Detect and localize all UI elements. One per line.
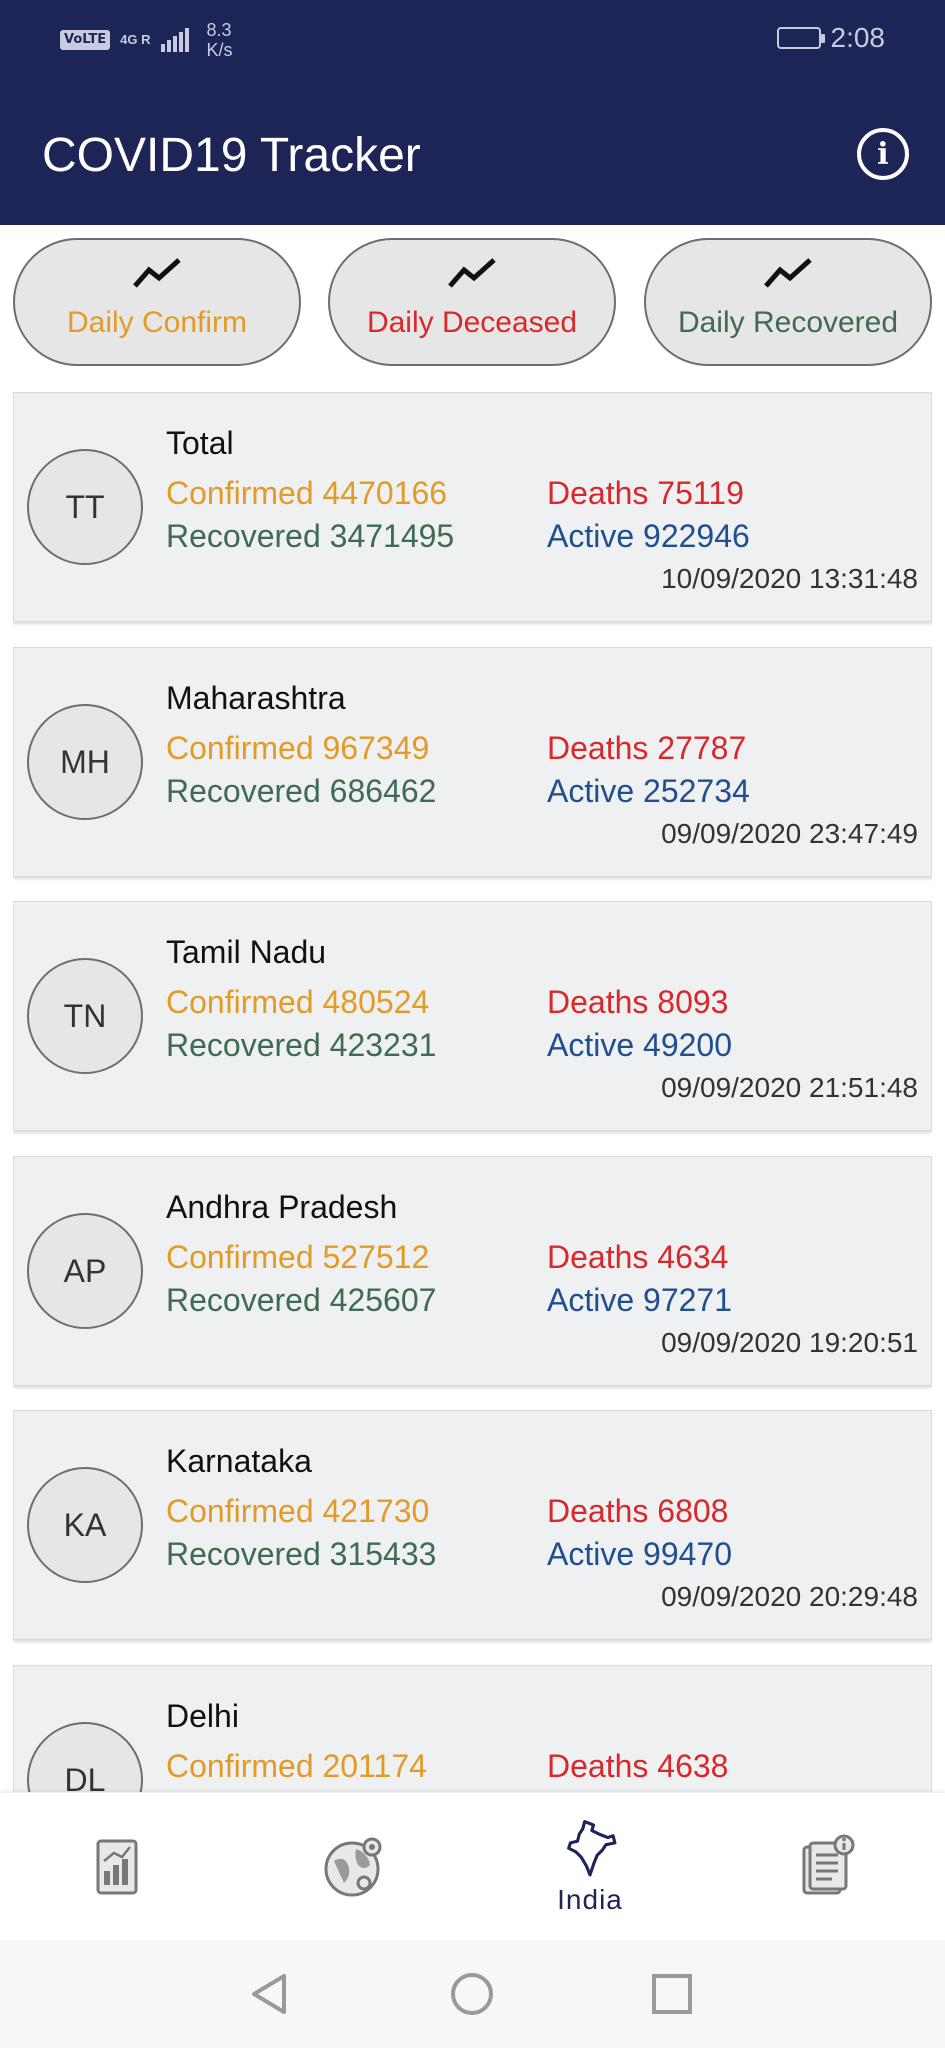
home-icon[interactable] (448, 1970, 496, 2018)
last-updated: 09/09/2020 19:20:51 (661, 1327, 918, 1358)
status-time: 2:08 (830, 22, 886, 53)
status-bar-right: 2:08 (776, 22, 886, 54)
state-name: Total (166, 425, 234, 461)
state-code-avatar: TT (27, 449, 143, 565)
state-card-total[interactable]: TT Total Confirmed 4470166 Recovered 347… (13, 392, 932, 622)
recovered-count: Recovered 3471495 (166, 518, 455, 554)
recovered-count: Recovered 423231 (166, 1027, 437, 1063)
app-header: VoLTE 4G R 8.3 K/s 2:08 COVID19 Tracker … (0, 0, 945, 225)
daily-confirm-button[interactable]: Daily Confirm (13, 238, 301, 366)
active-count: Active 99470 (547, 1536, 733, 1572)
recents-icon[interactable] (648, 1970, 696, 2018)
deaths-count: Deaths 4638 (547, 1748, 729, 1784)
last-updated: 09/09/2020 21:51:48 (661, 1072, 918, 1103)
daily-deceased-label: Daily Deceased (366, 306, 578, 339)
network-speed: 8.3 K/s (207, 20, 233, 60)
confirmed-count: Confirmed 421730 (166, 1493, 430, 1529)
last-updated: 09/09/2020 20:29:48 (661, 1581, 918, 1612)
confirmed-count: Confirmed 527512 (166, 1239, 430, 1275)
back-icon[interactable] (246, 1970, 294, 2018)
confirmed-count: Confirmed 4470166 (166, 475, 448, 511)
nav-item-news[interactable] (708, 1793, 944, 1940)
state-name: Karnataka (166, 1443, 312, 1479)
state-card-tamil-nadu[interactable]: TN Tamil Nadu Confirmed 480524 Recovered… (13, 901, 932, 1131)
state-name: Maharashtra (166, 680, 346, 716)
info-icon[interactable]: i (857, 128, 909, 180)
daily-deceased-button[interactable]: Daily Deceased (328, 238, 616, 366)
globe-icon (324, 1837, 382, 1896)
state-code-avatar: MH (27, 704, 143, 820)
deaths-count: Deaths 27787 (547, 730, 747, 766)
last-updated: 10/09/2020 13:31:48 (661, 563, 918, 594)
chart-button-row: Daily Confirm Daily Deceased Daily Recov… (13, 238, 932, 368)
speed-unit: K/s (206, 40, 233, 60)
trend-icon (133, 258, 181, 288)
confirmed-count: Confirmed 480524 (166, 984, 430, 1020)
nav-item-india[interactable]: India (472, 1793, 708, 1940)
nav-label-india: India (557, 1883, 623, 1915)
active-count: Active 922946 (547, 518, 750, 554)
recovered-count: Recovered 686462 (166, 773, 437, 809)
recovered-count: Recovered 315433 (166, 1536, 437, 1572)
news-info-icon (802, 1834, 855, 1894)
deaths-count: Deaths 75119 (547, 475, 744, 511)
trend-icon (764, 258, 812, 288)
state-card-andhra-pradesh[interactable]: AP Andhra Pradesh Confirmed 527512 Recov… (13, 1156, 932, 1386)
confirmed-count: Confirmed 967349 (166, 730, 430, 766)
india-map-icon (567, 1819, 617, 1876)
daily-recovered-button[interactable]: Daily Recovered (644, 238, 932, 366)
state-card-delhi[interactable]: DL Delhi Confirmed 201174 Deaths 4638 (13, 1665, 932, 1792)
active-count: Active 49200 (547, 1027, 733, 1063)
signal-icon (160, 28, 189, 52)
recovered-count: Recovered 425607 (166, 1282, 437, 1318)
network-type: 4G R (120, 32, 151, 47)
state-name: Delhi (166, 1698, 239, 1734)
deaths-count: Deaths 6808 (547, 1493, 729, 1529)
last-updated: 09/09/2020 23:47:49 (661, 818, 918, 849)
status-bar-left: VoLTE 4G R 8.3 K/s (60, 20, 233, 60)
state-code-avatar: KA (27, 1467, 143, 1583)
active-count: Active 252734 (547, 773, 750, 809)
state-name: Andhra Pradesh (166, 1189, 398, 1225)
trend-icon (448, 258, 496, 288)
speed-value: 8.3 (206, 20, 232, 40)
nav-item-world[interactable] (236, 1793, 472, 1940)
bottom-navigation: India (0, 1793, 945, 1940)
battery-icon (776, 27, 825, 49)
nav-item-reports[interactable] (0, 1793, 236, 1940)
state-card-karnataka[interactable]: KA Karnataka Confirmed 421730 Recovered … (13, 1410, 932, 1640)
state-list[interactable]: TT Total Confirmed 4470166 Recovered 347… (13, 392, 932, 1792)
system-navigation-bar (0, 1940, 945, 2048)
deaths-count: Deaths 4634 (547, 1239, 729, 1275)
state-code-avatar: TN (27, 958, 143, 1074)
state-card-maharashtra[interactable]: MH Maharashtra Confirmed 967349 Recovere… (13, 647, 932, 877)
state-code-avatar: DL (27, 1722, 143, 1792)
daily-confirm-label: Daily Confirm (66, 306, 248, 339)
confirmed-count: Confirmed 201174 (166, 1748, 427, 1784)
daily-recovered-label: Daily Recovered (677, 306, 899, 339)
report-chart-icon (96, 1839, 138, 1894)
state-name: Tamil Nadu (166, 934, 327, 970)
volte-indicator: VoLTE (60, 30, 111, 50)
active-count: Active 97271 (547, 1282, 733, 1318)
app-title: COVID19 Tracker (42, 129, 421, 182)
state-code-avatar: AP (27, 1213, 143, 1329)
deaths-count: Deaths 8093 (547, 984, 729, 1020)
